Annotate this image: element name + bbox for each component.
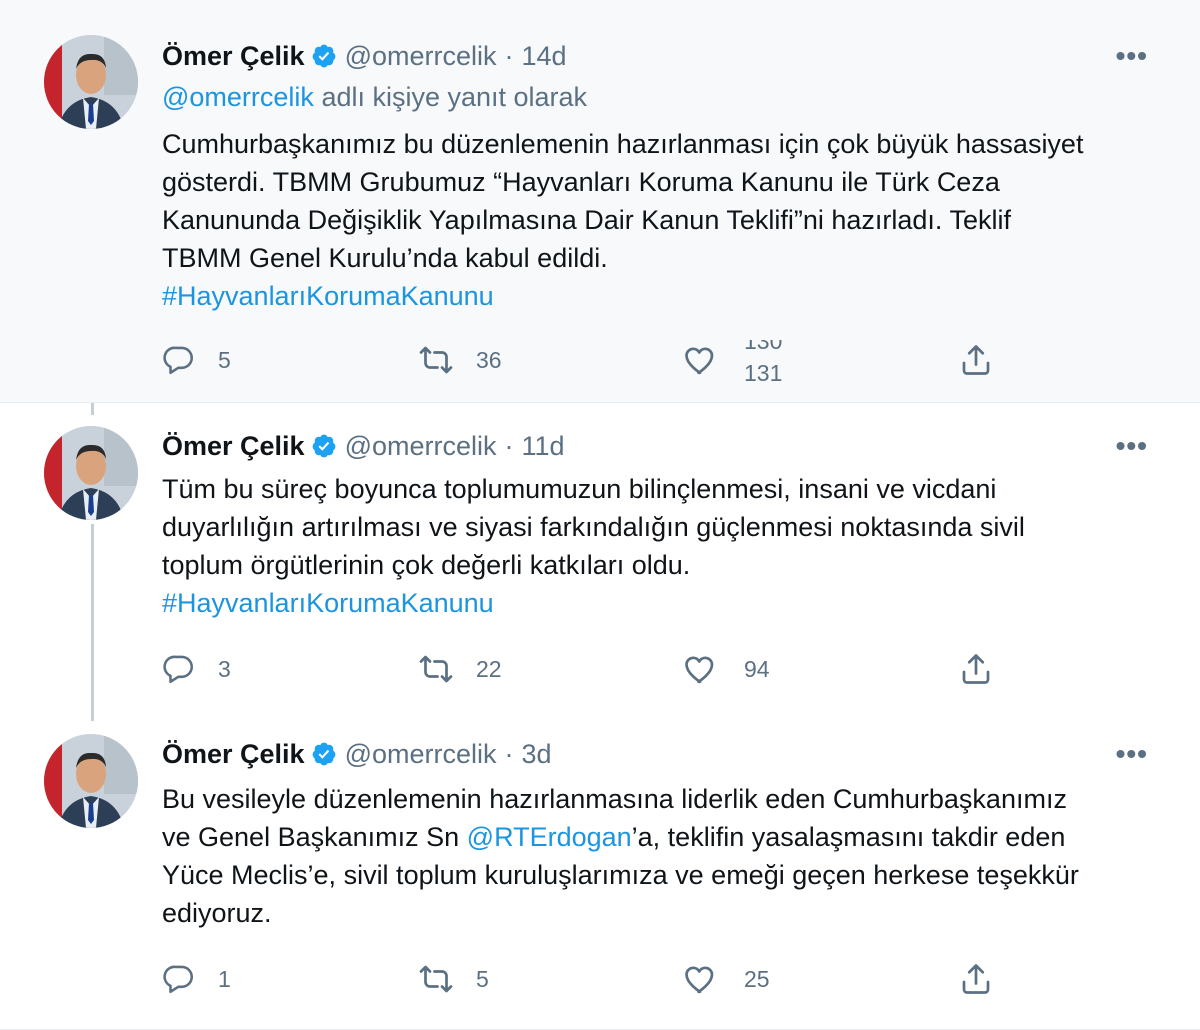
author-handle[interactable]: @omerrcelik (345, 41, 497, 72)
avatar[interactable] (44, 35, 138, 129)
reply-count: 1 (218, 965, 231, 992)
verified-badge-icon (311, 433, 337, 459)
separator-dot: · (504, 40, 514, 71)
more-options-icon[interactable]: ••• (1116, 40, 1148, 72)
author-name[interactable]: Ömer Çelik (162, 41, 305, 72)
reply-button[interactable]: 5 (162, 340, 231, 380)
tweet-actions: 5 36 130 131 (162, 340, 1002, 384)
tweet-text-segment: ve Genel Başkanımız Sn (162, 822, 467, 852)
tweet-actions: 1 5 25 (162, 959, 1002, 999)
mention-link[interactable]: @RTErdogan (467, 822, 632, 852)
tweet-3[interactable]: Ömer Çelik @omerrcelik · 3d ••• Bu vesil… (0, 714, 1200, 1030)
tweet-text-line: gösterdi. TBMM Grubumuz “Hayvanları Koru… (162, 167, 1000, 197)
like-count: 94 (744, 655, 770, 682)
reply-mention-link[interactable]: @omerrcelik (162, 82, 314, 112)
hashtag-link[interactable]: #HayvanlarıKorumaKanunu (162, 584, 1162, 622)
like-count: 25 (744, 965, 770, 992)
like-button[interactable] (682, 340, 718, 380)
heart-icon (685, 347, 714, 375)
share-button[interactable] (958, 959, 994, 999)
tweet-text-segment: ’a, teklifin yasalaşmasını takdir eden (631, 822, 1066, 852)
verified-badge-icon (311, 741, 337, 767)
author-name[interactable]: Ömer Çelik (162, 431, 305, 462)
retweet-button[interactable]: 5 (418, 959, 489, 999)
tweet-header: Ömer Çelik @omerrcelik · 11d (162, 426, 565, 466)
tweet-text-line: Cumhurbaşkanımız bu düzenlemenin hazırla… (162, 129, 1084, 159)
retweet-button[interactable]: 22 (418, 649, 502, 689)
tweet-text-line: ediyoruz. (162, 898, 272, 928)
share-button[interactable] (958, 649, 994, 689)
reply-count: 3 (218, 655, 231, 682)
reply-button[interactable]: 1 (162, 959, 231, 999)
reply-count: 5 (218, 346, 231, 373)
like-count-previous: 130 (744, 340, 783, 354)
tweet-header: Ömer Çelik @omerrcelik · 14d (162, 36, 567, 76)
tweet-text-line: toplum örgütlerinin çok değerli katkılar… (162, 550, 691, 580)
share-button[interactable] (958, 340, 994, 380)
retweet-count: 5 (476, 965, 489, 992)
retweet-icon (419, 655, 453, 683)
tweet-text-line: Yüce Meclis’e, sivil toplum kuruluşlarım… (162, 860, 1079, 890)
tweet-text-line: Tüm bu süreç boyunca toplumumuzun bilinç… (162, 474, 997, 504)
reply-icon (163, 346, 194, 375)
verified-badge-icon (311, 43, 337, 69)
replying-to: @omerrcelik adlı kişiye yanıt olarak (162, 82, 587, 113)
author-handle[interactable]: @omerrcelik (345, 739, 497, 770)
retweet-count: 22 (476, 655, 502, 682)
reply-icon (163, 965, 194, 994)
separator-dot: · (504, 430, 514, 461)
more-options-icon[interactable]: ••• (1116, 430, 1148, 462)
reply-button[interactable]: 3 (162, 649, 231, 689)
author-name[interactable]: Ömer Çelik (162, 739, 305, 770)
retweet-icon (419, 346, 453, 374)
timestamp[interactable]: 3d (522, 739, 552, 770)
timestamp[interactable]: 14d (522, 41, 567, 72)
heart-icon (685, 966, 714, 994)
retweet-count: 36 (476, 346, 502, 373)
hashtag-link[interactable]: #HayvanlarıKorumaKanunu (162, 277, 1162, 315)
author-handle[interactable]: @omerrcelik (345, 431, 497, 462)
share-icon (962, 964, 990, 994)
tweet-text: Bu vesileyle düzenlemenin hazırlanmasına… (162, 780, 1162, 932)
like-count: 130 131 (744, 340, 804, 384)
tweet-text: Cumhurbaşkanımız bu düzenlemenin hazırla… (162, 125, 1162, 315)
tweet-text-line: Bu vesileyle düzenlemenin hazırlanmasına… (162, 784, 1067, 814)
tweet-1[interactable]: Ömer Çelik @omerrcelik · 14d ••• @omerrc… (0, 0, 1200, 403)
more-options-icon[interactable]: ••• (1116, 738, 1148, 770)
separator-dot: · (504, 738, 514, 769)
avatar[interactable] (44, 734, 138, 828)
like-button[interactable]: 94 (682, 649, 770, 689)
heart-icon (685, 656, 714, 684)
timestamp[interactable]: 11d (522, 431, 565, 462)
tweet-text-line: ve Genel Başkanımız Sn @RTErdogan’a, tek… (162, 818, 1162, 856)
tweet-text-line: Kanununda Değişiklik Yapılmasına Dair Ka… (162, 205, 1011, 235)
like-button[interactable]: 25 (682, 959, 770, 999)
tweet-header: Ömer Çelik @omerrcelik · 3d (162, 734, 552, 774)
tweet-2[interactable]: Ömer Çelik @omerrcelik · 11d ••• Tüm bu … (0, 404, 1200, 714)
share-icon (962, 654, 990, 684)
avatar[interactable] (44, 426, 138, 520)
reply-icon (163, 655, 194, 684)
tweet-text-line: duyarlılığın artırılması ve siyasi farkı… (162, 512, 1025, 542)
like-count-current: 131 (744, 360, 783, 384)
share-icon (962, 345, 990, 375)
tweet-text-line: TBMM Genel Kurulu’nda kabul edildi. (162, 243, 608, 273)
retweet-icon (419, 965, 453, 993)
tweet-text: Tüm bu süreç boyunca toplumumuzun bilinç… (162, 470, 1162, 622)
tweet-actions: 3 22 94 (162, 649, 1002, 689)
retweet-button[interactable]: 36 (418, 340, 502, 380)
reply-label: adlı kişiye yanıt olarak (313, 82, 588, 112)
